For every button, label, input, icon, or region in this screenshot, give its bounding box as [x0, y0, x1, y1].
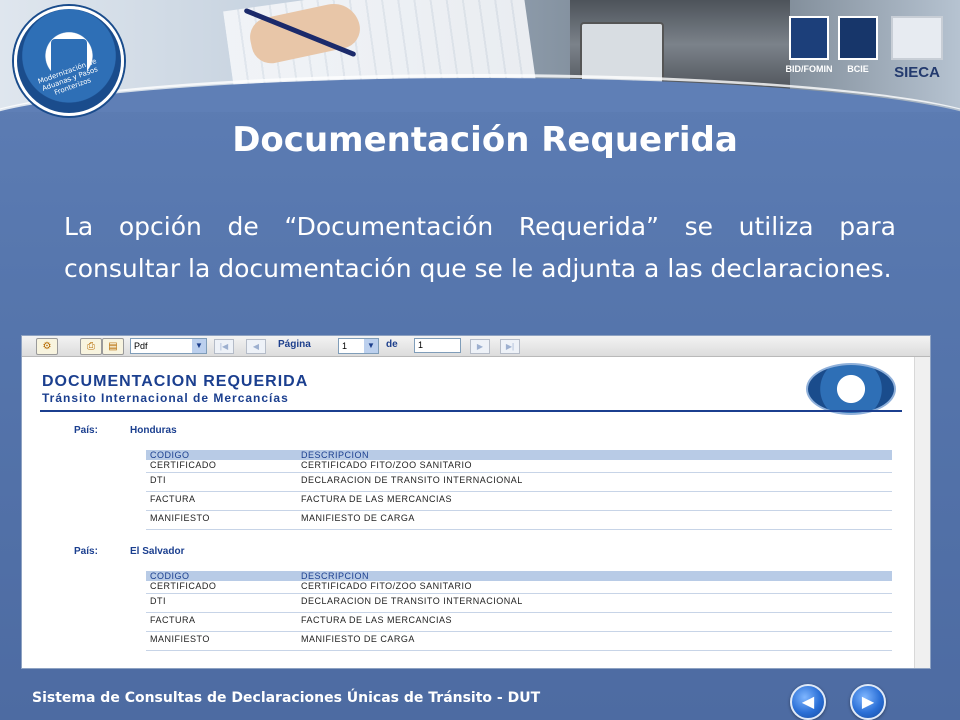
chevron-down-icon: ▼: [364, 339, 378, 353]
program-logo: Modernización de Aduanas y Pasos Fronter…: [14, 6, 124, 116]
table-header: CODIGO DESCRIPCION: [146, 450, 892, 460]
cell-description: MANIFIESTO DE CARGA: [301, 634, 415, 644]
triangle-left-icon: ◀: [801, 692, 815, 711]
last-page-icon: ▶|: [505, 342, 515, 351]
cell-code: DTI: [150, 596, 166, 606]
country-label: País:: [74, 425, 98, 436]
previous-page-button[interactable]: ◀: [246, 339, 266, 354]
sieca-logo-icon: [891, 16, 943, 60]
documents-table: CODIGO DESCRIPCION CERTIFICADO CERTIFICA…: [146, 571, 892, 651]
partner-logo-bcie: BCIE: [838, 16, 878, 86]
export-format-select[interactable]: Pdf ▼: [130, 338, 207, 354]
report-title: DOCUMENTACION REQUERIDA: [42, 373, 309, 390]
refresh-icon: ⚙: [42, 341, 52, 352]
table-row: MANIFIESTO MANIFIESTO DE CARGA: [146, 632, 892, 651]
table-row: CERTIFICADO CERTIFICADO FITO/ZOO SANITAR…: [146, 460, 892, 473]
slide-title: Documentación Requerida: [232, 120, 738, 160]
country-heading: País: El Salvador: [74, 546, 184, 557]
cell-description: CERTIFICADO FITO/ZOO SANITARIO: [301, 581, 473, 591]
triangle-right-icon: ▶: [861, 692, 875, 711]
cell-description: DECLARACION DE TRANSITO INTERNACIONAL: [301, 596, 523, 606]
documents-table: CODIGO DESCRIPCION CERTIFICADO CERTIFICA…: [146, 450, 892, 530]
cell-description: FACTURA DE LAS MERCANCIAS: [301, 615, 453, 625]
page-select[interactable]: 1 ▼: [338, 338, 379, 354]
cell-description: MANIFIESTO DE CARGA: [301, 513, 415, 523]
report-scrollbar[interactable]: [914, 357, 930, 668]
save-icon: ▤: [108, 341, 118, 352]
cell-description: FACTURA DE LAS MERCANCIAS: [301, 494, 453, 504]
page-select-value: 1: [342, 341, 348, 351]
export-format-value: Pdf: [134, 341, 148, 351]
table-row: CERTIFICADO CERTIFICADO FITO/ZOO SANITAR…: [146, 581, 892, 594]
table-row: FACTURA FACTURA DE LAS MERCANCIAS: [146, 492, 892, 511]
column-header-description: DESCRIPCION: [301, 571, 370, 581]
report-logo: [806, 363, 896, 415]
last-page-button[interactable]: ▶|: [500, 339, 520, 354]
report-divider: [40, 410, 902, 412]
next-page-button[interactable]: ▶: [470, 339, 490, 354]
print-icon: ⎙: [87, 341, 95, 352]
table-row: MANIFIESTO MANIFIESTO DE CARGA: [146, 511, 892, 530]
table-row: DTI DECLARACION DE TRANSITO INTERNACIONA…: [146, 594, 892, 613]
report-page: DOCUMENTACION REQUERIDA Tránsito Interna…: [22, 357, 914, 668]
bcie-logo-icon: [838, 16, 878, 60]
previous-page-icon: ◀: [252, 342, 260, 351]
cell-code: FACTURA: [150, 615, 196, 625]
slide-footer: Sistema de Consultas de Declaraciones Ún…: [32, 690, 541, 706]
partner-logo-sieca: SIECA: [880, 16, 954, 86]
cell-code: CERTIFICADO: [150, 581, 217, 591]
cell-code: CERTIFICADO: [150, 460, 217, 470]
country-label: País:: [74, 546, 98, 557]
total-pages-field[interactable]: 1: [414, 338, 461, 353]
partner-name: SIECA: [894, 64, 940, 81]
country-name: El Salvador: [130, 546, 185, 557]
report-subtitle: Tránsito Internacional de Mercancías: [42, 391, 289, 405]
country-name: Honduras: [130, 425, 177, 436]
report-viewer: ⚙ ⎙ ▤ Pdf ▼ |◀ ◀ Página 1 ▼ de 1 ▶ ▶| DO…: [22, 336, 930, 668]
of-label: de: [386, 339, 398, 350]
table-row: FACTURA FACTURA DE LAS MERCANCIAS: [146, 613, 892, 632]
cell-description: CERTIFICADO FITO/ZOO SANITARIO: [301, 460, 473, 470]
country-heading: País: Honduras: [74, 425, 177, 436]
column-header-code: CODIGO: [150, 450, 190, 460]
print-button[interactable]: ⎙: [80, 338, 102, 355]
export-button[interactable]: ▤: [102, 338, 124, 355]
previous-slide-button[interactable]: ◀: [790, 684, 826, 720]
next-slide-button[interactable]: ▶: [850, 684, 886, 720]
next-page-icon: ▶: [476, 342, 484, 351]
partner-name: BCIE: [847, 64, 869, 74]
table-header: CODIGO DESCRIPCION: [146, 571, 892, 581]
partner-logo-bid: BID/FOMIN: [784, 16, 834, 86]
chevron-down-icon: ▼: [192, 339, 206, 353]
table-row: DTI DECLARACION DE TRANSITO INTERNACIONA…: [146, 473, 892, 492]
first-page-button[interactable]: |◀: [214, 339, 234, 354]
column-header-code: CODIGO: [150, 571, 190, 581]
cell-code: DTI: [150, 475, 166, 485]
partner-name: BID/FOMIN: [785, 64, 833, 74]
slide-body-text: La opción de “Documentación Requerida” s…: [64, 212, 896, 283]
column-header-description: DESCRIPCION: [301, 450, 370, 460]
bid-fomin-logo-icon: [789, 16, 829, 60]
page-label: Página: [278, 339, 311, 350]
cell-code: MANIFIESTO: [150, 634, 210, 644]
cell-code: FACTURA: [150, 494, 196, 504]
report-toolbar: ⚙ ⎙ ▤ Pdf ▼ |◀ ◀ Página 1 ▼ de 1 ▶ ▶|: [22, 336, 930, 357]
refresh-button[interactable]: ⚙: [36, 338, 58, 355]
cell-description: DECLARACION DE TRANSITO INTERNACIONAL: [301, 475, 523, 485]
first-page-icon: |◀: [219, 342, 229, 351]
cell-code: MANIFIESTO: [150, 513, 210, 523]
